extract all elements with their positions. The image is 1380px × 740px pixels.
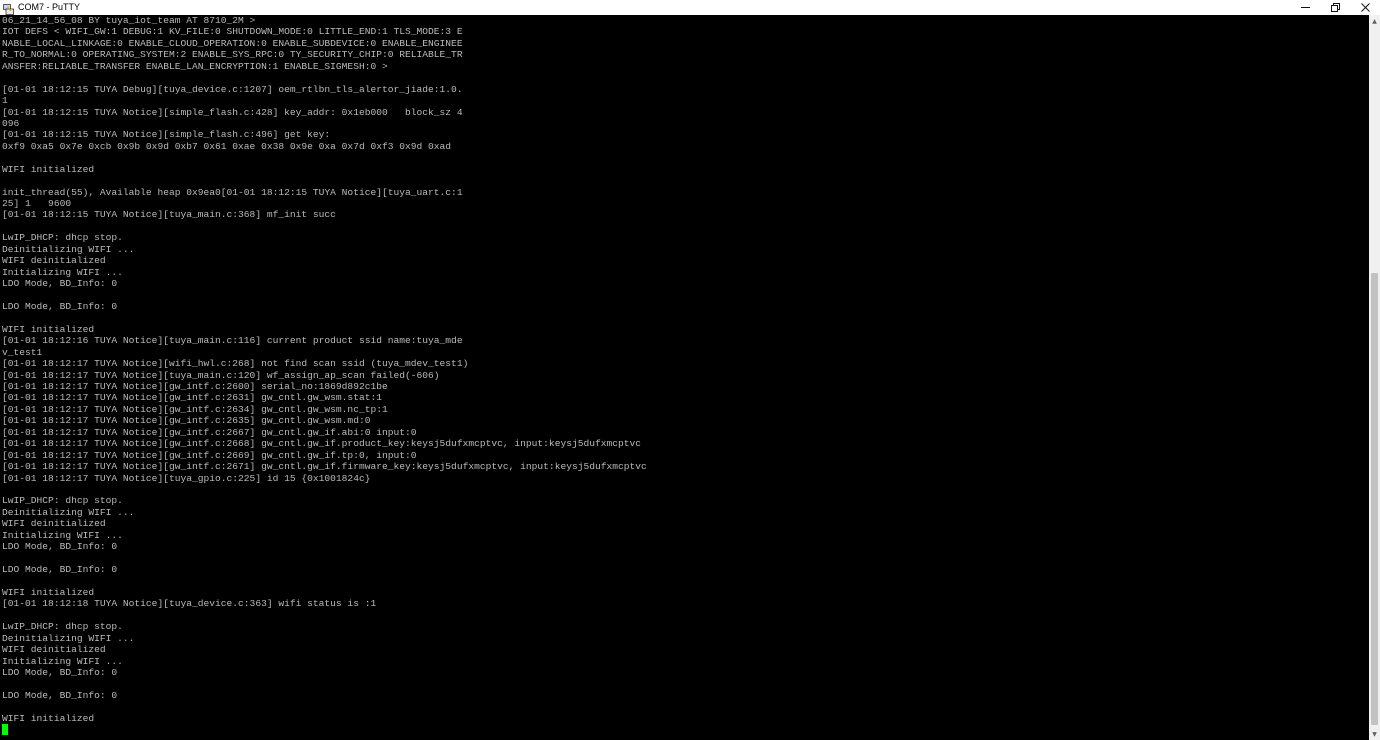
terminal-output[interactable]: 06_21_14_56_08 BY tuya_iot_team AT 8710_…: [0, 15, 1369, 740]
terminal-line: Initializing WIFI ...: [2, 529, 123, 541]
scroll-down-button[interactable]: ▼: [1369, 728, 1380, 740]
terminal-line: [01-01 18:12:16 TUYA Notice][tuya_main.c…: [2, 335, 463, 347]
terminal-line: 1: [2, 95, 8, 107]
terminal-line: LDO Mode, BD_Info: 0: [2, 689, 118, 701]
terminal-line: [01-01 18:12:17 TUYA Notice][gw_intf.c:2…: [2, 415, 371, 427]
terminal-line: init_thread(55), Available heap 0x9ea0[0…: [2, 186, 463, 198]
terminal-line: ANSFER:RELIABLE_TRANSFER ENABLE_LAN_ENCR…: [2, 60, 388, 72]
window-controls: [1290, 0, 1380, 15]
terminal-line: IOT DEFS < WIFI_GW:1 DEBUG:1 KV_FILE:0 S…: [2, 26, 463, 38]
terminal-line: LDO Mode, BD_Info: 0: [2, 541, 118, 553]
terminal-line: [01-01 18:12:18 TUYA Notice][tuya_device…: [2, 598, 377, 610]
title-bar[interactable]: COM7 - PuTTY: [0, 0, 1380, 15]
terminal-line: WIFI deinitialized: [2, 518, 106, 530]
terminal-line: Deinitializing WIFI ...: [2, 506, 135, 518]
terminal-line: [01-01 18:12:15 TUYA Notice][simple_flas…: [2, 129, 331, 141]
terminal-line: [01-01 18:12:17 TUYA Notice][tuya_main.c…: [2, 369, 440, 381]
close-icon: [1360, 3, 1370, 12]
window-title: COM7 - PuTTY: [18, 2, 81, 12]
terminal-line: Deinitializing WIFI ...: [2, 632, 135, 644]
terminal-line: 0xf9 0xa5 0x7e 0xcb 0x9b 0x9d 0xb7 0x61 …: [2, 140, 452, 152]
terminal-line: LDO Mode, BD_Info: 0: [2, 300, 118, 312]
terminal-line: LDO Mode, BD_Info: 0: [2, 666, 118, 678]
scroll-up-arrow-icon: ▲: [1372, 17, 1377, 25]
minimize-button[interactable]: [1290, 0, 1320, 15]
terminal-line: Initializing WIFI ...: [2, 266, 123, 278]
terminal-line: [01-01 18:12:17 TUYA Notice][gw_intf.c:2…: [2, 438, 642, 450]
terminal-line: v_test1: [2, 346, 43, 358]
terminal-line: [01-01 18:12:17 TUYA Notice][gw_intf.c:2…: [2, 381, 388, 392]
terminal-line: [01-01 18:12:17 TUYA Notice][gw_intf.c:2…: [2, 426, 417, 438]
scrollbar-thumb[interactable]: [1371, 273, 1378, 725]
terminal-line: 25] 1 9600: [2, 198, 72, 209]
terminal-line: Deinitializing WIFI ...: [2, 243, 135, 255]
terminal-line: WIFI initialized: [2, 163, 95, 175]
terminal-line: LwIP_DHCP: dhcp stop.: [2, 232, 123, 244]
terminal-line: [01-01 18:12:17 TUYA Notice][tuya_gpio.c…: [2, 472, 371, 484]
terminal-line: LwIP_DHCP: dhcp stop.: [2, 621, 123, 633]
terminal-cursor: [2, 724, 8, 736]
terminal-line: 096: [2, 117, 20, 129]
minimize-icon: [1300, 7, 1310, 8]
terminal-line: [01-01 18:12:15 TUYA Debug][tuya_device.…: [2, 83, 463, 95]
terminal-line: WIFI deinitialized: [2, 255, 106, 267]
terminal-line: [01-01 18:12:17 TUYA Notice][gw_intf.c:2…: [2, 403, 388, 415]
terminal-line: [01-01 18:12:15 TUYA Notice][tuya_main.c…: [2, 209, 336, 221]
vertical-scrollbar[interactable]: ▲ ▼: [1369, 15, 1380, 740]
close-button[interactable]: [1350, 0, 1380, 15]
terminal-line: LDO Mode, BD_Info: 0: [2, 278, 118, 290]
terminal-line: WIFI initialized: [2, 712, 95, 724]
terminal-line: WIFI initialized: [2, 586, 95, 598]
terminal-line: LDO Mode, BD_Info: 0: [2, 564, 118, 575]
terminal-line: NABLE_LOCAL_LINKAGE:0 ENABLE_CLOUD_OPERA…: [2, 37, 463, 49]
terminal-text: 06_21_14_56_08 BY tuya_iot_team AT 8710_…: [0, 15, 1369, 736]
terminal-line: LwIP_DHCP: dhcp stop.: [2, 495, 123, 507]
scroll-down-arrow-icon: ▼: [1372, 730, 1377, 738]
terminal-line: [01-01 18:12:15 TUYA Notice][simple_flas…: [2, 106, 463, 118]
terminal-line: WIFI initialized: [2, 323, 95, 335]
putty-icon[interactable]: [3, 2, 14, 15]
terminal-line: R_TO_NORMAL:0 OPERATING_SYSTEM:2 ENABLE_…: [2, 49, 463, 61]
terminal-line: [01-01 18:12:17 TUYA Notice][gw_intf.c:2…: [2, 461, 647, 473]
terminal-line: 06_21_14_56_08 BY tuya_iot_team AT 8710_…: [2, 15, 256, 26]
restore-icon: [1330, 3, 1340, 12]
terminal-line: [01-01 18:12:17 TUYA Notice][wifi_hwl.c:…: [2, 358, 469, 370]
terminal-line: Initializing WIFI ...: [2, 655, 123, 667]
terminal-line: [01-01 18:12:17 TUYA Notice][gw_intf.c:2…: [2, 392, 382, 404]
restore-button[interactable]: [1320, 0, 1350, 15]
terminal-line: [01-01 18:12:17 TUYA Notice][gw_intf.c:2…: [2, 449, 417, 461]
scroll-up-button[interactable]: ▲: [1369, 15, 1380, 27]
terminal-line: WIFI deinitialized: [2, 644, 106, 656]
terminal-prompt-line: [2, 724, 1369, 736]
